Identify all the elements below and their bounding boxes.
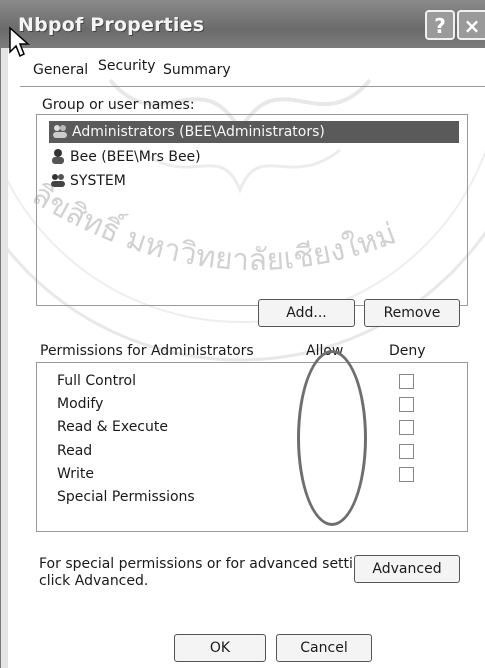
close-button[interactable]: × [457, 10, 485, 40]
deny-column-header: Deny [389, 343, 426, 359]
ok-button[interactable]: OK [174, 634, 266, 662]
user-list[interactable]: Administrators (BEE\Administrators) Bee … [36, 114, 468, 306]
list-item-label: Administrators (BEE\Administrators) [72, 124, 325, 140]
permissions-header: Permissions for Administrators [40, 343, 254, 359]
help-button[interactable]: ? [425, 10, 455, 40]
group-names-label: Group or user names: [42, 97, 195, 113]
advanced-button[interactable]: Advanced [354, 555, 460, 583]
deny-full-control-checkbox[interactable] [399, 374, 414, 389]
window-frame-left [0, 48, 8, 668]
deny-write-checkbox[interactable] [399, 467, 414, 482]
remove-button[interactable]: Remove [364, 299, 460, 327]
user-group-icon [53, 125, 67, 138]
perm-full-control: Full Control [57, 373, 136, 389]
deny-read-execute-checkbox[interactable] [399, 420, 414, 435]
list-item-system[interactable]: SYSTEM [49, 170, 126, 192]
list-item-bee[interactable]: Bee (BEE\Mrs Bee) [49, 146, 201, 168]
deny-read-checkbox[interactable] [399, 444, 414, 459]
add-button[interactable]: Add... [258, 299, 355, 327]
perm-read: Read [57, 443, 93, 459]
list-item-label: Bee (BEE\Mrs Bee) [70, 149, 201, 165]
user-group-icon [51, 174, 65, 187]
advanced-hint-line1: For special permissions or for advanced … [39, 556, 383, 572]
user-icon [52, 149, 64, 164]
perm-write: Write [57, 466, 94, 482]
tab-divider [20, 86, 485, 87]
deny-modify-checkbox[interactable] [399, 397, 414, 412]
tab-summary[interactable]: Summary [163, 62, 231, 78]
tab-security[interactable]: Security [98, 58, 156, 74]
cancel-button[interactable]: Cancel [276, 634, 372, 662]
list-item-administrators[interactable]: Administrators (BEE\Administrators) [49, 121, 459, 143]
list-item-label: SYSTEM [70, 173, 126, 189]
tab-general[interactable]: General [33, 62, 88, 78]
window-title: Nbpof Properties [18, 14, 205, 36]
permissions-list: Full Control Modify Read & Execute Read … [36, 362, 468, 532]
advanced-hint-line2: click Advanced. [39, 573, 149, 589]
allow-column-highlight-ellipse [297, 350, 367, 526]
mouse-cursor-icon [9, 26, 30, 58]
tab-strip: General Security Summary [30, 58, 460, 88]
perm-special-permissions: Special Permissions [57, 489, 195, 505]
perm-read-execute: Read & Execute [57, 419, 168, 435]
perm-modify: Modify [57, 396, 104, 412]
